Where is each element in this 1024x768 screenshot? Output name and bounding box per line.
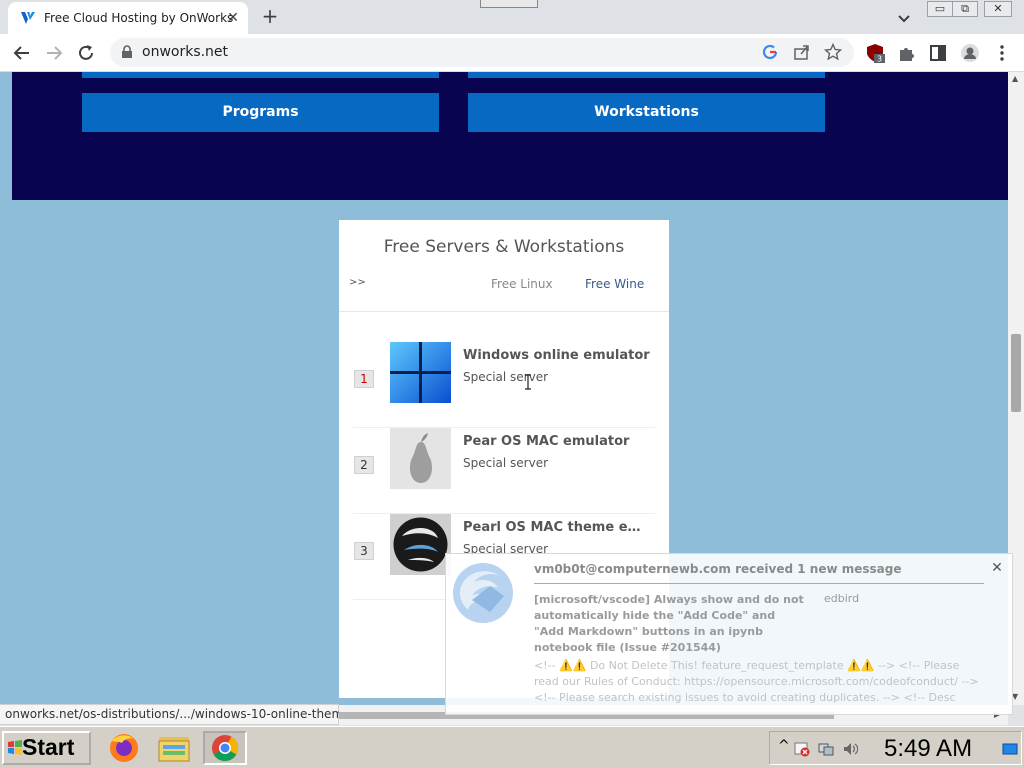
item-subtitle: Special server	[463, 370, 549, 384]
lock-icon[interactable]	[120, 45, 134, 59]
file-manager-taskbar-icon[interactable]	[154, 731, 194, 765]
thunderbird-logo-icon	[453, 563, 513, 623]
workstations-button[interactable]: Workstations	[468, 93, 825, 132]
tab-free-wine[interactable]: Free Wine	[585, 277, 644, 291]
show-desktop-icon[interactable]	[1002, 741, 1018, 757]
share-icon[interactable]	[793, 43, 811, 61]
chrome-taskbar-icon	[212, 735, 239, 762]
tab-close-icon[interactable]: ✕	[224, 9, 242, 27]
tab-search-chevron-icon[interactable]	[894, 8, 914, 28]
tab-free-linux[interactable]: Free Linux	[491, 277, 553, 291]
window-minimize-button[interactable]: ▭	[927, 1, 953, 17]
tray-expand-icon[interactable]: ^	[778, 738, 794, 754]
list-item[interactable]: 2 Pear OS MAC emulator Special server	[353, 428, 655, 514]
notification-divider	[534, 583, 984, 584]
windows-logo-thumbnail[interactable]	[390, 342, 451, 403]
tab-title: Free Cloud Hosting by OnWorks	[44, 11, 234, 25]
window-restore-button[interactable]: ⧉	[952, 1, 978, 17]
volume-icon[interactable]	[842, 741, 858, 757]
hidden-top-button-left[interactable]	[82, 72, 439, 78]
start-button[interactable]: Start	[2, 731, 91, 765]
notification-subject[interactable]: [microsoft/vscode] Always show and do no…	[534, 592, 804, 656]
item-subtitle: Special server	[463, 456, 549, 470]
security-alert-icon[interactable]	[794, 741, 810, 757]
side-panel-icon[interactable]	[928, 43, 948, 63]
item-title[interactable]: Windows online emulator	[463, 348, 653, 363]
hidden-top-button-right[interactable]	[468, 72, 825, 78]
card-title: Free Servers & Workstations	[383, 237, 625, 257]
notification-close-icon[interactable]: ✕	[989, 560, 1005, 576]
extension-badge: 3	[877, 55, 882, 64]
pearl-os-logo-thumbnail[interactable]	[390, 514, 451, 575]
url-text[interactable]: onworks.net	[142, 44, 228, 60]
title-bar-grip[interactable]	[480, 0, 538, 8]
profile-avatar-icon[interactable]	[960, 43, 980, 63]
vertical-scroll-thumb[interactable]	[1011, 334, 1021, 412]
taskbar: Start ^ 5:49 AM	[0, 726, 1024, 768]
chrome-menu-icon[interactable]	[992, 43, 1012, 63]
bookmark-star-icon[interactable]	[824, 43, 842, 61]
item-title[interactable]: Pear OS MAC emulator	[463, 434, 653, 449]
tab-strip: Free Cloud Hosting by OnWorks ✕ + ▭ ⧉ ✕	[0, 0, 1024, 34]
windows-flag-icon	[8, 740, 22, 755]
google-lens-icon[interactable]	[761, 43, 779, 61]
item-number: 2	[354, 456, 374, 474]
ublock-extension-icon[interactable]: 3	[865, 43, 885, 63]
taskbar-clock[interactable]: 5:49 AM	[884, 735, 972, 763]
link-status-bubble: onworks.net/os-distributions/.../windows…	[0, 704, 351, 725]
new-tab-button[interactable]: +	[258, 5, 282, 29]
chrome-taskbar-button[interactable]	[203, 731, 247, 765]
window-close-button[interactable]: ✕	[984, 1, 1012, 17]
network-icon[interactable]	[818, 741, 834, 757]
pear-logo-thumbnail[interactable]	[390, 428, 451, 489]
notification-body: <!-- ⚠️⚠️ Do Not Delete This! feature_re…	[534, 659, 979, 704]
programs-button[interactable]: Programs	[82, 93, 439, 132]
back-arrow-icon[interactable]	[9, 40, 35, 66]
system-tray: ^ 5:49 AM	[769, 731, 1022, 765]
forward-arrow-icon[interactable]	[41, 40, 67, 66]
item-title[interactable]: Pearl OS MAC theme emul...	[463, 520, 653, 535]
notification-sender: edbird	[824, 592, 860, 605]
item-number: 3	[354, 542, 374, 560]
card-divider	[339, 311, 669, 312]
firefox-taskbar-icon[interactable]	[104, 731, 144, 765]
onworks-favicon-icon	[21, 12, 35, 24]
address-bar[interactable]: onworks.net	[110, 38, 854, 67]
browser-toolbar: onworks.net 3	[0, 34, 1024, 72]
navy-banner: Programs Workstations	[12, 72, 1008, 200]
screen: Free Cloud Hosting by OnWorks ✕ + ▭ ⧉ ✕ …	[0, 0, 1024, 768]
card-chevrons[interactable]: >>	[349, 277, 366, 288]
extensions-puzzle-icon[interactable]	[897, 43, 917, 63]
mail-notification-popup[interactable]: vm0b0t@computernewb.com received 1 new m…	[445, 553, 1013, 715]
list-item[interactable]: 1 Windows online emulator Special server	[353, 342, 655, 428]
text-cursor-icon	[525, 374, 531, 390]
scroll-up-arrow-icon[interactable]: ▲	[1012, 74, 1018, 83]
item-number: 1	[354, 370, 374, 388]
browser-tab[interactable]: Free Cloud Hosting by OnWorks ✕	[8, 2, 248, 34]
start-label: Start	[22, 734, 75, 760]
reload-icon[interactable]	[73, 40, 99, 66]
notification-header: vm0b0t@computernewb.com received 1 new m…	[534, 562, 902, 576]
